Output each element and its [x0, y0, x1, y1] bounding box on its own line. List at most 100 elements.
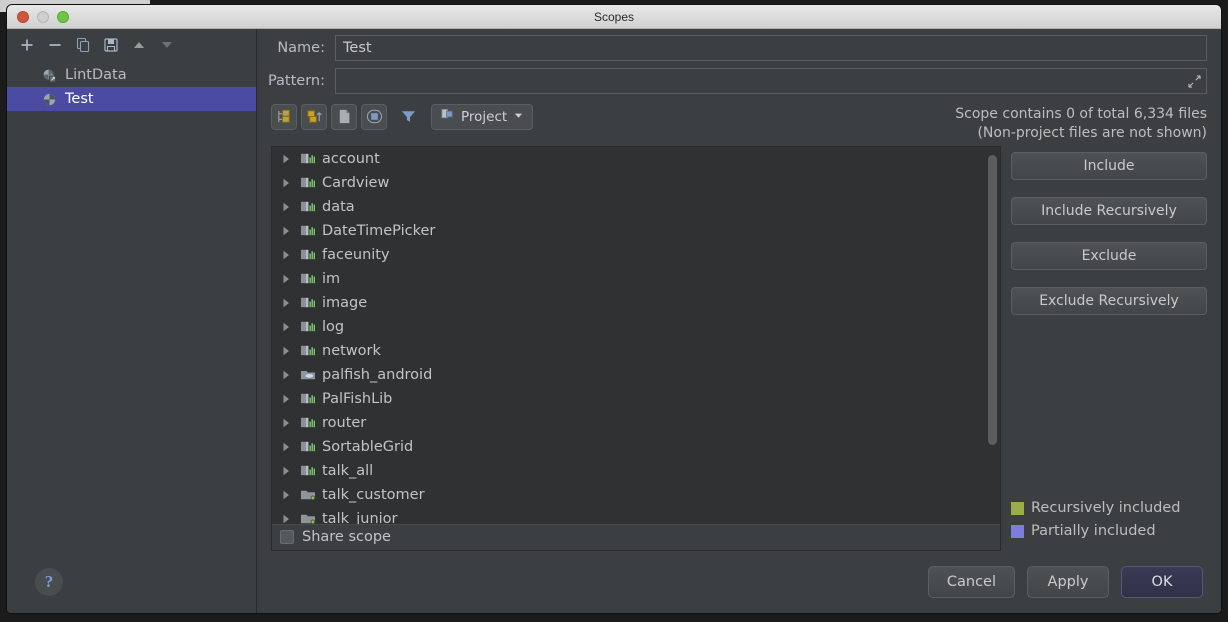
pattern-input[interactable] [335, 68, 1207, 95]
scope-list-item-test[interactable]: Test [7, 87, 256, 111]
move-up-button[interactable] [127, 33, 151, 57]
expand-arrow-icon[interactable] [280, 202, 293, 212]
scope-editor-pane: Name: Test Pattern: Project Scope contai… [257, 29, 1221, 613]
module-icon [299, 463, 316, 479]
expand-arrow-icon[interactable] [280, 514, 293, 524]
tree-row[interactable]: Cardview [272, 171, 1000, 195]
dialog-footer: Cancel Apply OK [257, 551, 1221, 613]
cancel-button[interactable]: Cancel [927, 565, 1015, 598]
module-icon [299, 343, 316, 359]
module-icon [299, 391, 316, 407]
tree-row[interactable]: router [272, 411, 1000, 435]
scope-list-item-label: LintData [65, 67, 127, 83]
expand-icon[interactable] [1184, 71, 1204, 91]
scope-list[interactable]: LintData Test [7, 61, 256, 551]
tree-and-actions: account Cardview data DateTimePicker faceuni… [257, 145, 1221, 551]
expand-arrow-icon[interactable] [280, 418, 293, 428]
tree-row-label: talk_junior [322, 510, 398, 524]
move-down-button[interactable] [155, 33, 179, 57]
tree-row[interactable]: talk_all [272, 459, 1000, 483]
copy-scope-button[interactable] [71, 33, 95, 57]
expand-arrow-icon[interactable] [280, 274, 293, 284]
scope-list-item-lintdata[interactable]: LintData [7, 63, 256, 87]
expand-arrow-icon[interactable] [280, 466, 293, 476]
name-input[interactable]: Test [335, 34, 1207, 61]
legend-label: Partially included [1031, 523, 1156, 540]
include-recursively-button[interactable]: Include Recursively [1011, 196, 1207, 225]
tree-row[interactable]: im [272, 267, 1000, 291]
expand-arrow-icon[interactable] [280, 490, 293, 500]
project-tree[interactable]: account Cardview data DateTimePicker faceuni… [272, 147, 1000, 524]
legend-label: Recursively included [1031, 500, 1181, 517]
expand-arrow-icon[interactable] [280, 298, 293, 308]
tree-row[interactable]: talk_customer [272, 483, 1000, 507]
tree-toolbar: Project Scope contains 0 of total 6,334 … [257, 96, 1221, 146]
tree-row-label: account [322, 150, 380, 167]
expand-arrow-icon[interactable] [280, 178, 293, 188]
tree-row[interactable]: faceunity [272, 243, 1000, 267]
tree-row-label: faceunity [322, 246, 390, 263]
tree-scrollbar[interactable] [988, 153, 997, 544]
share-scope-checkbox[interactable] [280, 530, 294, 545]
tree-row-label: router [322, 414, 367, 431]
flatten-packages-button[interactable] [271, 103, 297, 130]
name-label: Name: [277, 39, 325, 56]
share-scope-row[interactable]: Share scope [272, 523, 1000, 550]
help-button[interactable]: ? [35, 568, 63, 596]
tree-view-buttons [271, 103, 387, 130]
include-button[interactable]: Include [1011, 151, 1207, 180]
tree-row[interactable]: network [272, 339, 1000, 363]
scope-info-text: Scope contains 0 of total 6,334 files (N… [955, 104, 1207, 143]
scope-info-line2: (Non-project files are not shown) [977, 124, 1207, 141]
tree-row-label: PalFishLib [322, 390, 393, 407]
remove-scope-button[interactable] [43, 33, 67, 57]
tree-scrollbar-thumb[interactable] [988, 154, 997, 445]
expand-arrow-icon[interactable] [280, 154, 293, 164]
tree-row-label: log [322, 318, 345, 335]
share-scope-label: Share scope [302, 529, 391, 546]
scopes-dialog-window: Scopes LintData Test ? Name: Test Patter… [6, 4, 1222, 614]
save-scope-button[interactable] [99, 33, 123, 57]
pattern-label: Pattern: [267, 73, 325, 90]
dialog-body: LintData Test ? Name: Test Pattern: Proj… [7, 29, 1221, 613]
show-files-button[interactable] [331, 103, 357, 130]
expand-arrow-icon[interactable] [280, 442, 293, 452]
add-scope-button[interactable] [15, 33, 39, 57]
exclude-button[interactable]: Exclude [1011, 241, 1207, 270]
tree-row[interactable]: log [272, 315, 1000, 339]
exclude-recursively-button[interactable]: Exclude Recursively [1011, 286, 1207, 315]
tree-row-label: SortableGrid [322, 438, 414, 455]
include-exclude-buttons: Include Include Recursively Exclude Excl… [1011, 146, 1207, 551]
chevron-down-icon [513, 109, 524, 125]
tree-row[interactable]: talk_junior [272, 507, 1000, 524]
filter-icon[interactable] [395, 104, 421, 130]
tree-row-label: palfish_android [322, 366, 433, 383]
tree-row[interactable]: data [272, 195, 1000, 219]
module-icon [299, 271, 316, 287]
tree-row[interactable]: PalFishLib [272, 387, 1000, 411]
source-folder-icon [299, 511, 316, 524]
compact-middle-packages-button[interactable] [301, 103, 327, 130]
scope-selector-dropdown[interactable]: Project [431, 103, 534, 130]
tree-row[interactable]: SortableGrid [272, 435, 1000, 459]
group-by-modules-button[interactable] [361, 103, 387, 130]
expand-arrow-icon[interactable] [280, 346, 293, 356]
tree-row-label: talk_all [322, 462, 374, 479]
tree-row-label: network [322, 342, 381, 359]
tree-row-label: image [322, 294, 368, 311]
scope-info-line1: Scope contains 0 of total 6,334 files [955, 105, 1207, 122]
tree-row-label: data [322, 198, 355, 215]
expand-arrow-icon[interactable] [280, 250, 293, 260]
ok-button[interactable]: OK [1121, 565, 1203, 598]
expand-arrow-icon[interactable] [280, 322, 293, 332]
expand-arrow-icon[interactable] [280, 370, 293, 380]
tree-row[interactable]: image [272, 291, 1000, 315]
expand-arrow-icon[interactable] [280, 394, 293, 404]
tree-row[interactable]: DateTimePicker [272, 219, 1000, 243]
tree-row[interactable]: palfish_android [272, 363, 1000, 387]
scope-list-item-label: Test [65, 91, 94, 107]
apply-button[interactable]: Apply [1027, 565, 1109, 598]
expand-arrow-icon[interactable] [280, 226, 293, 236]
scope-selector-label: Project [461, 108, 508, 125]
tree-row[interactable]: account [272, 147, 1000, 171]
